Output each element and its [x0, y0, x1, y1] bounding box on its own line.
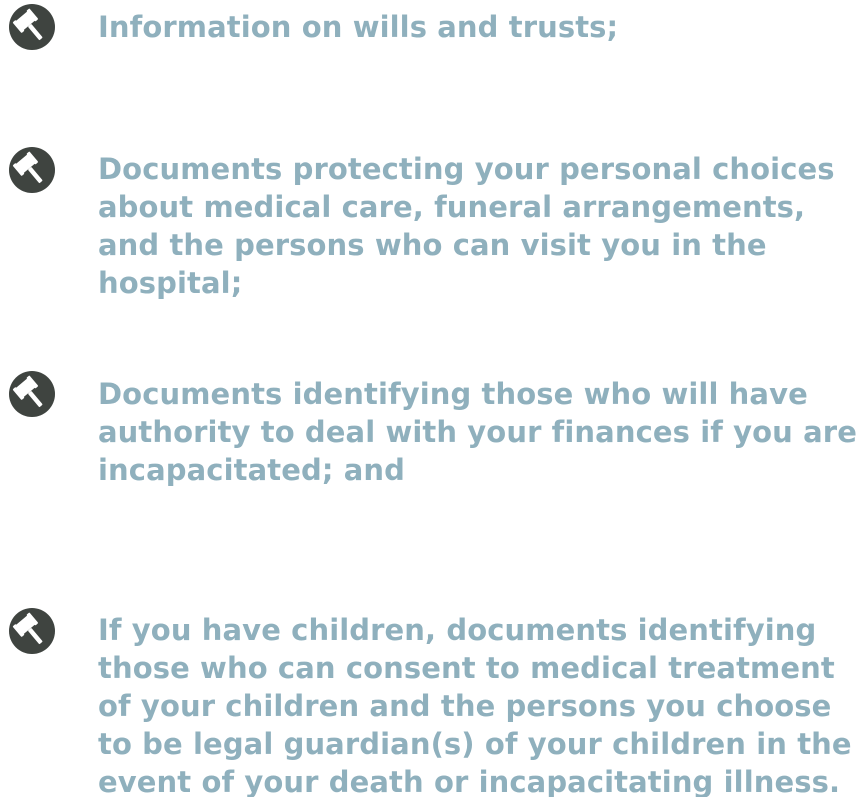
gavel-icon	[8, 146, 56, 194]
gavel-icon	[8, 3, 56, 51]
gavel-icon	[8, 370, 56, 418]
list-item-text: If you have children, documents identify…	[98, 613, 852, 797]
list-item-text: Documents protecting your personal choic…	[98, 152, 835, 300]
list-item-text: Documents identifying those who will hav…	[98, 377, 857, 487]
bullet-list: Information on wills and trusts; Documen…	[0, 0, 863, 797]
gavel-icon	[8, 607, 56, 655]
list-item-text: Information on wills and trusts;	[98, 10, 619, 44]
